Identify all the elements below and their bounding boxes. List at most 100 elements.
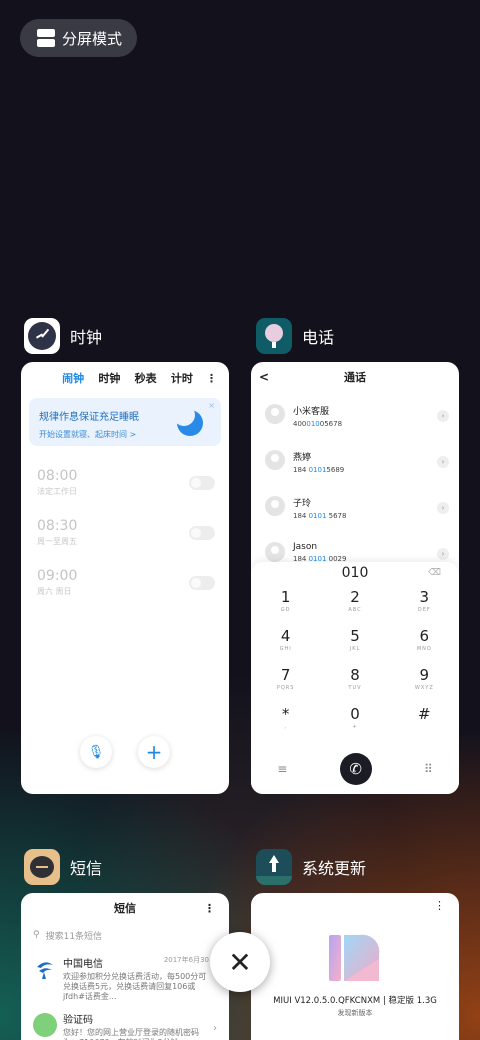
more-icon[interactable]: ⋮ [434,899,445,912]
key-letters: ABC [348,607,362,613]
contact-number: 184 01015689 [293,466,345,474]
sms-app-header[interactable]: 短信 [24,849,102,885]
contact-item[interactable]: 子玲 184 0101 5678 › [251,484,459,530]
key-digit: 0 [350,705,360,723]
phone-app-name: 电话 [302,328,335,347]
chevron-right-icon: › [213,1023,217,1034]
update-app-icon [256,849,292,885]
contact-number: 40001005678 [293,420,343,428]
key-digit: # [418,705,431,723]
sms-app-name: 短信 [70,859,103,878]
key-digit: 7 [280,666,291,684]
chevron-right-icon[interactable]: › [437,456,449,468]
message-item[interactable]: 中国电信 欢迎参加积分兑换话费活动，每500分可兑换话费5元，兑换话费请回复10… [21,947,229,1003]
key-letters: TUV [348,685,362,691]
dialpad-icon[interactable]: ⠿ [424,762,433,776]
contact-list: 小米客服 40001005678 › 燕婷 184 01015689 › 子玲 … [251,392,459,576]
dial-key[interactable]: 6 MNO [390,626,459,665]
back-icon[interactable]: < [259,370,269,384]
close-icon[interactable]: × [208,401,215,410]
alarm-item[interactable]: 08:00 法定工作日 [21,460,229,510]
alarm-item[interactable]: 08:30 周一至周五 [21,510,229,560]
dial-actions: ≡ ✆ ⠿ [251,752,459,786]
contact-item[interactable]: 燕婷 184 01015689 › [251,438,459,484]
clear-all-button[interactable]: ✕ [210,932,270,992]
add-alarm-button[interactable]: + [138,736,170,768]
dial-key[interactable]: 3 DEF [390,587,459,626]
contact-name: 燕婷 [293,453,312,463]
key-letters: JKL [349,646,361,652]
search-placeholder: 搜索11条短信 [45,931,103,942]
voice-alarm-button[interactable]: 🎙 [80,736,112,768]
message-date: 2017年6月30 [163,956,209,964]
alarm-toggle[interactable] [189,526,215,540]
key-digit: 9 [419,666,430,684]
key-letters: GD [280,607,291,613]
message-item[interactable]: 验证码 您好！您的网上营业厅登录的随机密码为：710679，有效时间为3分钟 › [21,1003,229,1040]
tab-alarm[interactable]: 闹钟 [55,370,91,386]
dial-key[interactable]: 5 JKL [320,626,389,665]
phone-title: 通话 [344,371,366,384]
alarm-toggle[interactable] [189,476,215,490]
call-button[interactable]: ✆ [339,753,372,785]
contact-number: 184 0101 5678 [293,512,347,520]
tab-timer[interactable]: 计时 [164,370,200,386]
split-screen-button[interactable]: 分屏模式 [20,19,137,57]
more-icon[interactable]: ⋮ [206,372,217,385]
key-letters: MNO [416,646,432,652]
tab-clock[interactable]: 时钟 [91,370,127,386]
phone-icon: ✆ [349,760,362,778]
dial-key[interactable]: # [390,704,459,743]
key-letters: DEF [417,607,431,613]
contact-name: 小米客服 [293,407,330,417]
dial-key[interactable]: 8 TUV [320,665,389,704]
contact-item[interactable]: 小米客服 40001005678 › [251,392,459,438]
clock-tabs: 闹钟 时钟 秒表 计时 ⋮ [21,362,229,394]
more-icon[interactable]: ⋮ [204,902,215,915]
chevron-right-icon[interactable]: › [437,548,449,560]
update-app-card[interactable]: ⋮ MIUI V12.0.5.0.QFKCNXM | 稳定版 1.3G 发现新版… [251,893,459,1040]
moon-icon [173,404,203,436]
key-letters: , [284,724,287,730]
search-icon: ⚲ [33,930,40,940]
backspace-icon[interactable]: ⌫ [428,568,441,578]
phone-app-icon [256,318,292,354]
dial-key[interactable]: 1 GD [251,587,320,626]
key-digit: 3 [419,588,430,606]
dial-key[interactable]: 9 WXYZ [390,665,459,704]
avatar [265,542,285,562]
sms-search[interactable]: ⚲ 搜索11条短信 [33,925,217,945]
key-digit: 8 [350,666,360,684]
chevron-right-icon[interactable]: › [437,502,449,514]
key-digit: 1 [280,588,291,606]
plus-icon: + [145,740,163,764]
update-app-header[interactable]: 系统更新 [256,849,366,885]
dial-key[interactable]: *, [251,704,320,743]
sleep-banner[interactable]: 规律作息保证充足睡眠 开始设置就寝、起床时间 > × [29,398,221,446]
phone-app-header[interactable]: 电话 [256,318,334,354]
dial-key[interactable]: 2 ABC [320,587,389,626]
clock-app-card[interactable]: 闹钟 时钟 秒表 计时 ⋮ 规律作息保证充足睡眠 开始设置就寝、起床时间 > ×… [21,362,229,794]
contact-name: 子玲 [293,499,312,509]
china-telecom-logo [33,957,57,981]
key-digit: 4 [280,627,291,645]
alarm-item[interactable]: 09:00 周六 周日 [21,560,229,610]
tab-stopwatch[interactable]: 秒表 [128,370,164,386]
dialpad: 010 ⌫ 1 GD 2 ABC 3 DEF 4 GHI 5 JKL 6 MNO 7 PQRS 8 TUV 9 W… [251,562,459,794]
avatar [265,450,285,470]
menu-icon[interactable]: ≡ [277,762,287,776]
alarm-toggle[interactable] [189,576,215,590]
sms-title-bar: 短信 ⋮ [21,893,229,923]
update-version: MIUI V12.0.5.0.QFKCNXM | 稳定版 1.3G [273,996,437,1006]
key-digit: 6 [419,627,430,645]
phone-app-card[interactable]: < 通话 小米客服 40001005678 › 燕婷 184 01015689 … [251,362,459,794]
dial-key[interactable]: 0 + [320,704,389,743]
dial-key[interactable]: 4 GHI [251,626,320,665]
sms-app-card[interactable]: 短信 ⋮ ⚲ 搜索11条短信 中国电信 欢迎参加积分兑换话费活动，每500分可兑… [21,893,229,1040]
avatar [265,496,285,516]
close-icon: ✕ [228,945,252,979]
chevron-right-icon[interactable]: › [437,410,449,422]
clock-app-header[interactable]: 时钟 [24,318,102,354]
dial-key[interactable]: 7 PQRS [251,665,320,704]
dial-keys: 1 GD 2 ABC 3 DEF 4 GHI 5 JKL 6 MNO 7 PQRS 8 TUV 9 WXYZ *, 0… [251,587,459,743]
